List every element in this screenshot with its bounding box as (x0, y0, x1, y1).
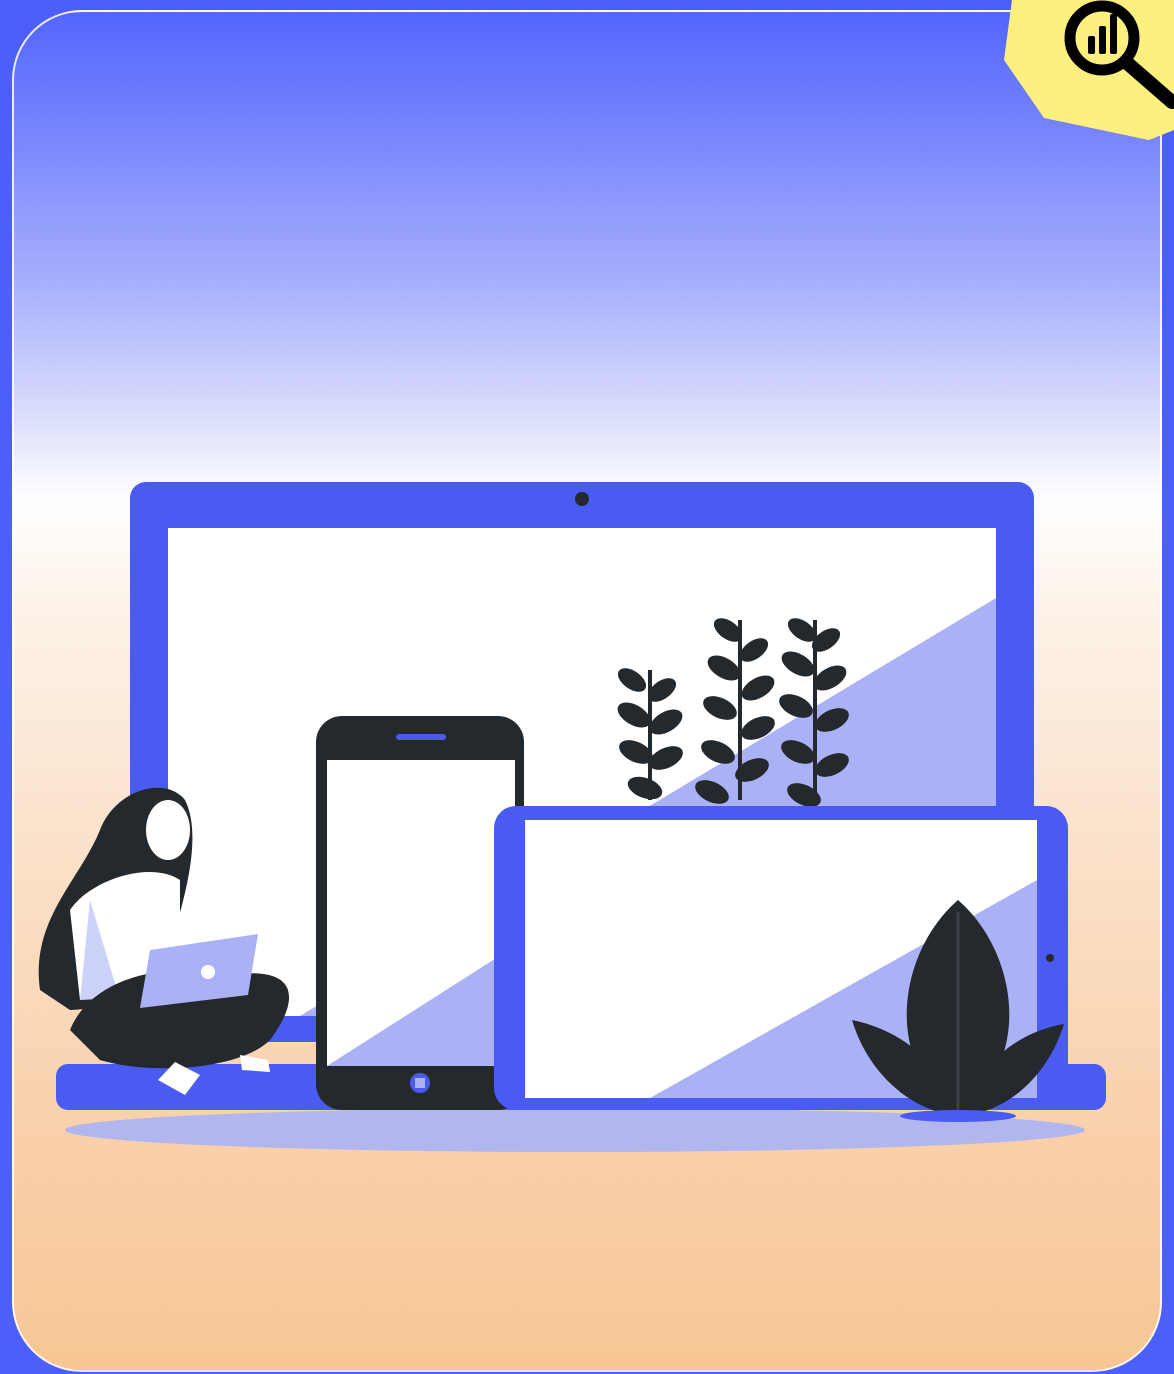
logo-badge (1004, 0, 1174, 140)
tablet-camera (1046, 954, 1054, 962)
devices-illustration (38, 482, 1106, 1152)
phone-speaker (396, 734, 446, 740)
laptop-camera (575, 492, 589, 506)
smartphone (316, 716, 524, 1110)
